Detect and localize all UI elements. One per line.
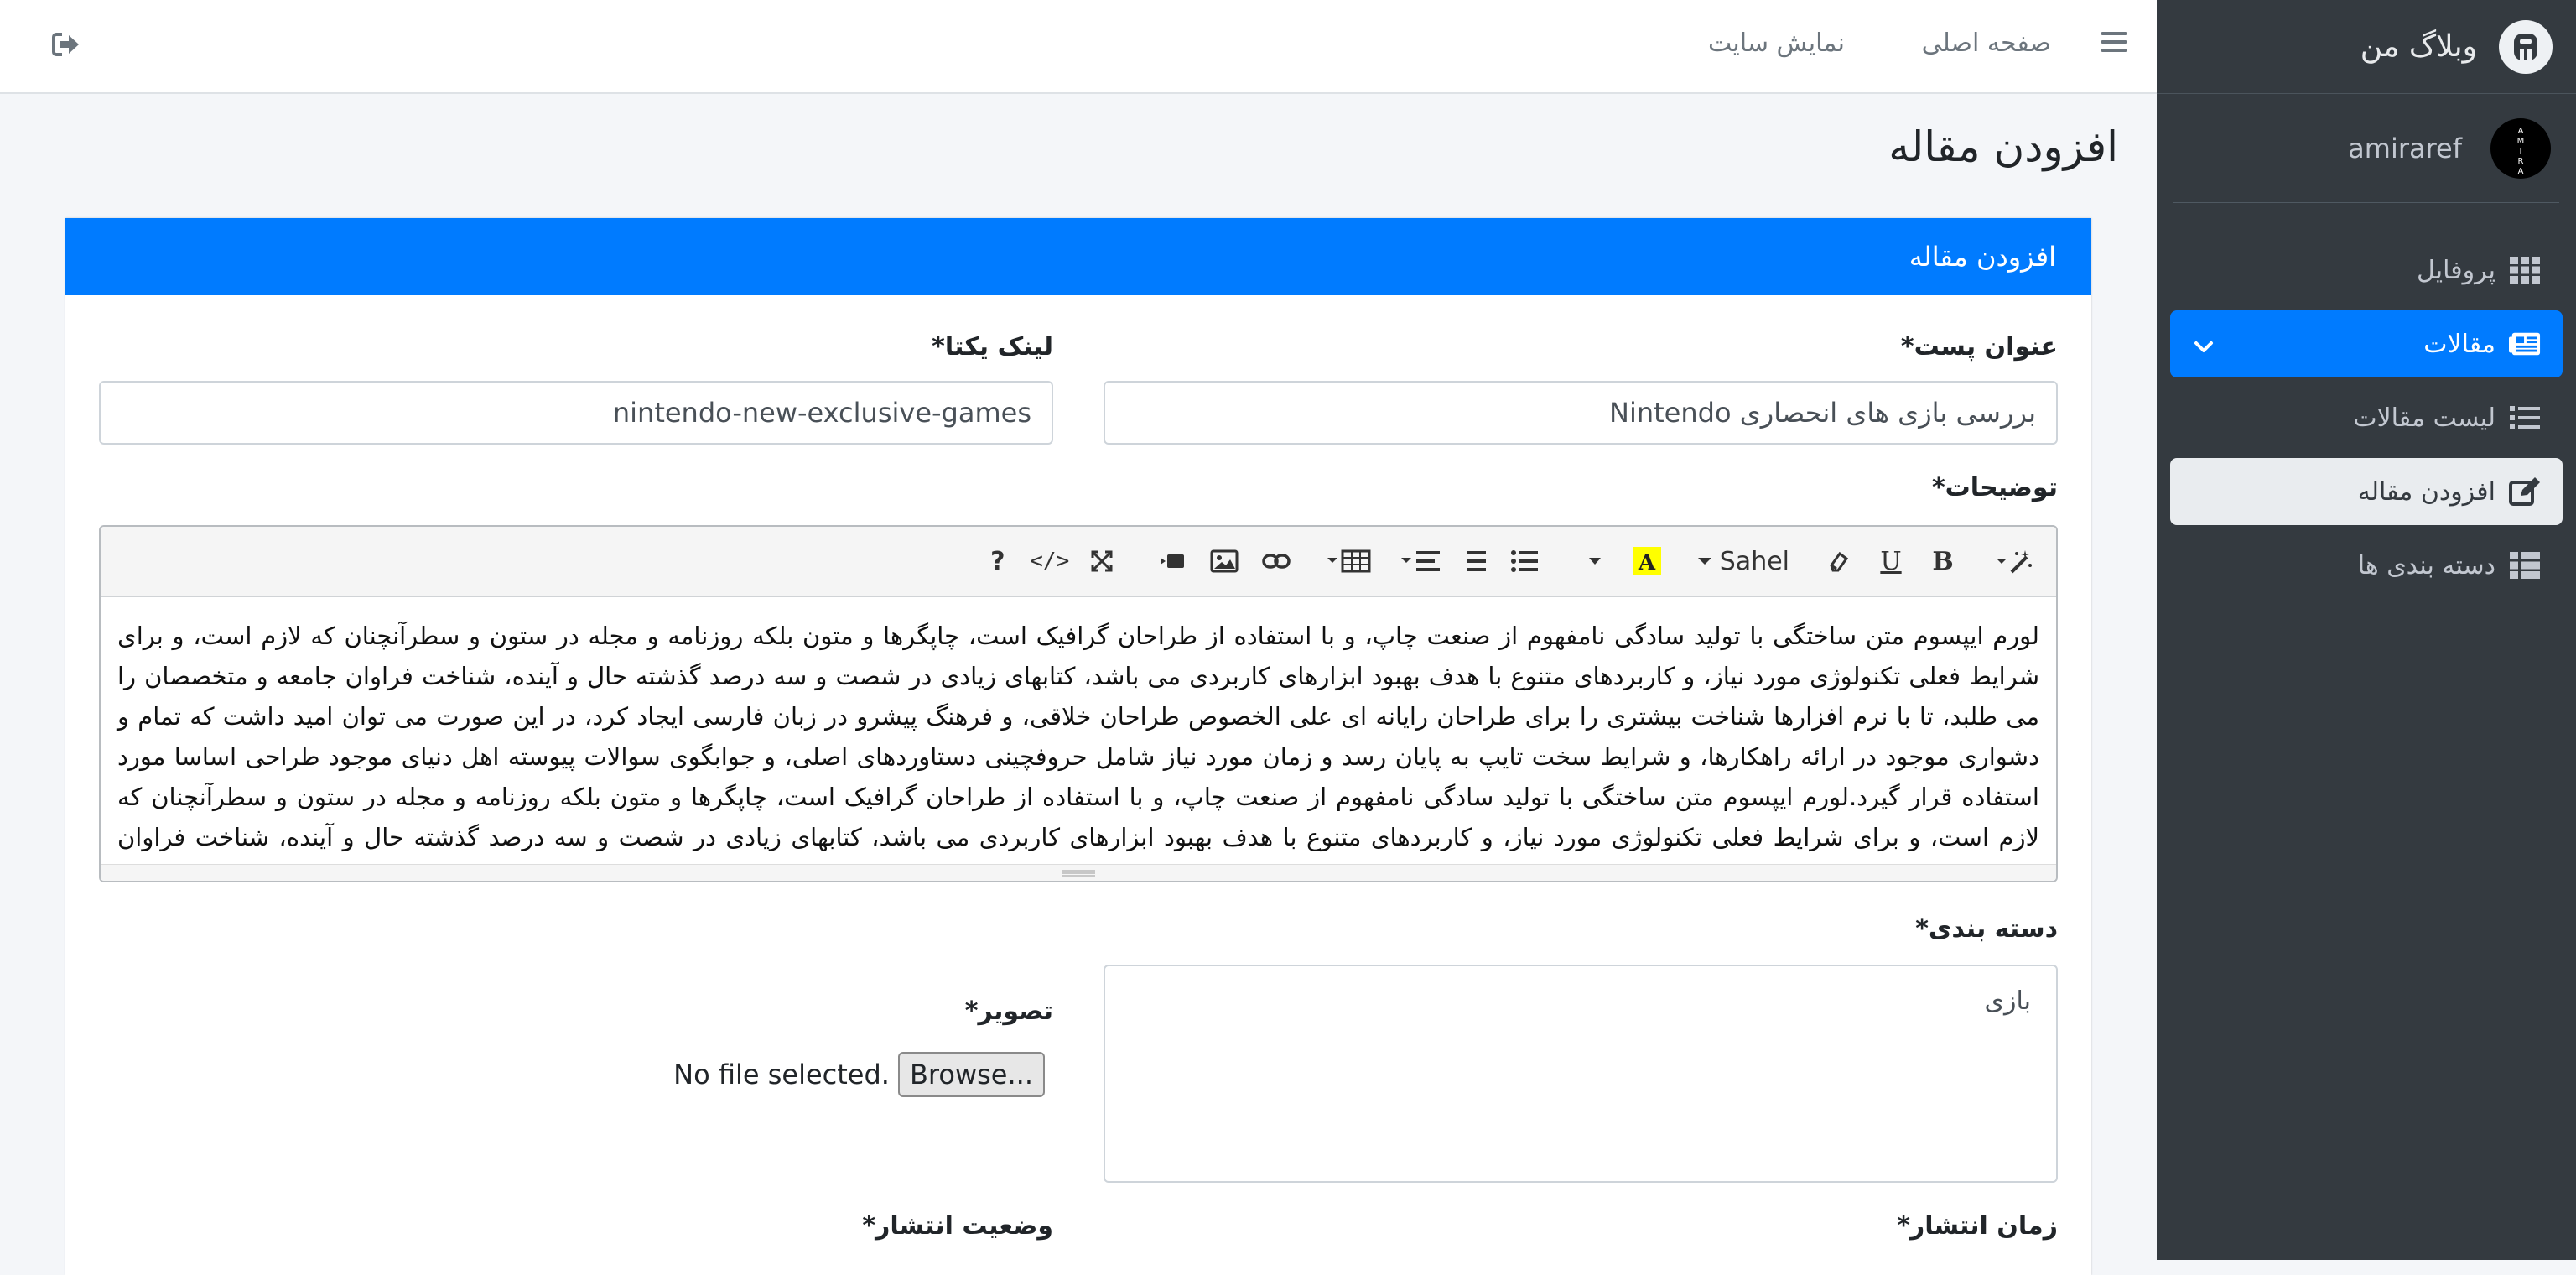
svg-text:M: M — [2517, 137, 2525, 146]
font-family-select[interactable]: Sahel — [1691, 536, 1794, 586]
view-site-link[interactable]: نمایش سایت — [1708, 29, 1845, 58]
sidebar-item-label: لیست مقالات — [2353, 403, 2496, 433]
svg-text:I: I — [2520, 147, 2522, 156]
category-select[interactable]: بازی — [1104, 965, 2058, 1183]
no-file-text: No file selected. — [673, 1059, 890, 1090]
underline-button[interactable]: U — [1865, 536, 1917, 586]
ordered-list-icon[interactable]: 123 — [1446, 536, 1498, 586]
video-insert-icon[interactable] — [1146, 536, 1198, 586]
rich-text-editor: B U Sahel A 123 — [99, 525, 2058, 882]
brand-text: وبلاگ من — [2360, 29, 2477, 64]
table-icon — [2509, 552, 2541, 579]
category-label: دسته بندی* — [1915, 914, 2058, 944]
sidebar-item-label: افزودن مقاله — [2357, 476, 2496, 507]
slug-input[interactable]: nintendo-new-exclusive-games — [99, 381, 1053, 445]
sidebar-item-label: دسته بندی ها — [2357, 550, 2496, 580]
color-dropdown-icon[interactable] — [1569, 536, 1621, 586]
sidebar-nav: پروفایل مقالات لیست مقالات افزودن مقاله — [2157, 203, 2576, 599]
image-label: تصویر* — [964, 997, 1053, 1026]
avatar: AMIRA — [2490, 117, 2551, 179]
svg-text:A: A — [2518, 167, 2524, 174]
svg-text:A: A — [1638, 550, 1656, 575]
category-option[interactable]: بازی — [1985, 986, 2031, 1016]
fullscreen-icon[interactable] — [1076, 536, 1128, 586]
user-panel[interactable]: AMIRA amiraref — [2174, 94, 2559, 203]
browse-button[interactable]: Browse... — [897, 1052, 1045, 1097]
sidebar-item-article-list[interactable]: لیست مقالات — [2170, 384, 2563, 451]
sidebar-item-label: پروفایل — [2417, 255, 2496, 285]
unordered-list-icon[interactable] — [1498, 536, 1550, 586]
sidebar-item-profile[interactable]: پروفایل — [2170, 237, 2563, 304]
edit-icon — [2509, 477, 2541, 506]
image-insert-icon[interactable] — [1198, 536, 1250, 586]
help-icon[interactable]: ? — [972, 536, 1024, 586]
card-header: افزودن مقاله — [65, 218, 2091, 295]
grid-icon — [2509, 257, 2541, 284]
image-file-input[interactable]: No file selected. Browse... — [673, 1052, 1053, 1097]
editor-toolbar: B U Sahel A 123 — [101, 527, 2056, 597]
top-navbar: صفحه اصلی نمایش سایت — [0, 0, 2157, 94]
post-title-label: عنوان پست* — [1900, 332, 2058, 362]
chevron-down-icon — [2194, 332, 2214, 362]
sidebar-item-add-article[interactable]: افزودن مقاله — [2170, 458, 2563, 525]
highlight-color-button[interactable]: A — [1621, 536, 1673, 586]
logout-icon[interactable] — [52, 32, 80, 60]
publish-time-label: زمان انتشار* — [1897, 1211, 2058, 1241]
table-insert-icon[interactable] — [1321, 536, 1376, 586]
post-title-input[interactable]: بررسی بازی های انحصاری Nintendo — [1104, 381, 2058, 445]
bold-button[interactable]: B — [1917, 536, 1969, 586]
brand-logo-icon — [2499, 19, 2553, 74]
page-title: افزودن مقاله — [1888, 122, 2118, 171]
code-view-icon[interactable]: </> — [1024, 536, 1076, 586]
add-article-card: افزودن مقاله عنوان پست* بررسی بازی های ا… — [65, 218, 2091, 1275]
eraser-icon[interactable] — [1813, 536, 1865, 586]
editor-resize-handle[interactable] — [101, 864, 2056, 881]
paragraph-align-icon[interactable] — [1394, 536, 1446, 586]
sidebar-item-categories[interactable]: دسته بندی ها — [2170, 532, 2563, 599]
sidebar-item-label: مقالات — [2423, 329, 2496, 359]
svg-text:R: R — [2518, 157, 2524, 166]
publish-status-label: وضعیت انتشار* — [862, 1211, 1053, 1241]
brand-link[interactable]: وبلاگ من — [2157, 0, 2576, 94]
hamburger-menu-icon[interactable] — [2101, 30, 2127, 57]
link-icon[interactable] — [1250, 536, 1302, 586]
font-family-value: Sahel — [1719, 546, 1789, 576]
slug-label: لینک یکتا* — [932, 332, 1053, 362]
description-label: توضیحات* — [1931, 473, 2058, 502]
editor-content[interactable]: لورم ایپسوم متن ساختگی با تولید سادگی نا… — [101, 597, 2056, 866]
svg-text:A: A — [2518, 127, 2524, 136]
newspaper-icon — [2509, 330, 2541, 357]
sidebar-item-articles[interactable]: مقالات — [2170, 310, 2563, 377]
user-name[interactable]: amiraref — [2348, 133, 2462, 164]
list-icon — [2509, 404, 2541, 431]
home-link[interactable]: صفحه اصلی — [1922, 29, 2051, 58]
sidebar: وبلاگ من AMIRA amiraref پروفایل مقالات ل… — [2157, 0, 2576, 1260]
magic-style-button[interactable] — [1987, 536, 2039, 586]
